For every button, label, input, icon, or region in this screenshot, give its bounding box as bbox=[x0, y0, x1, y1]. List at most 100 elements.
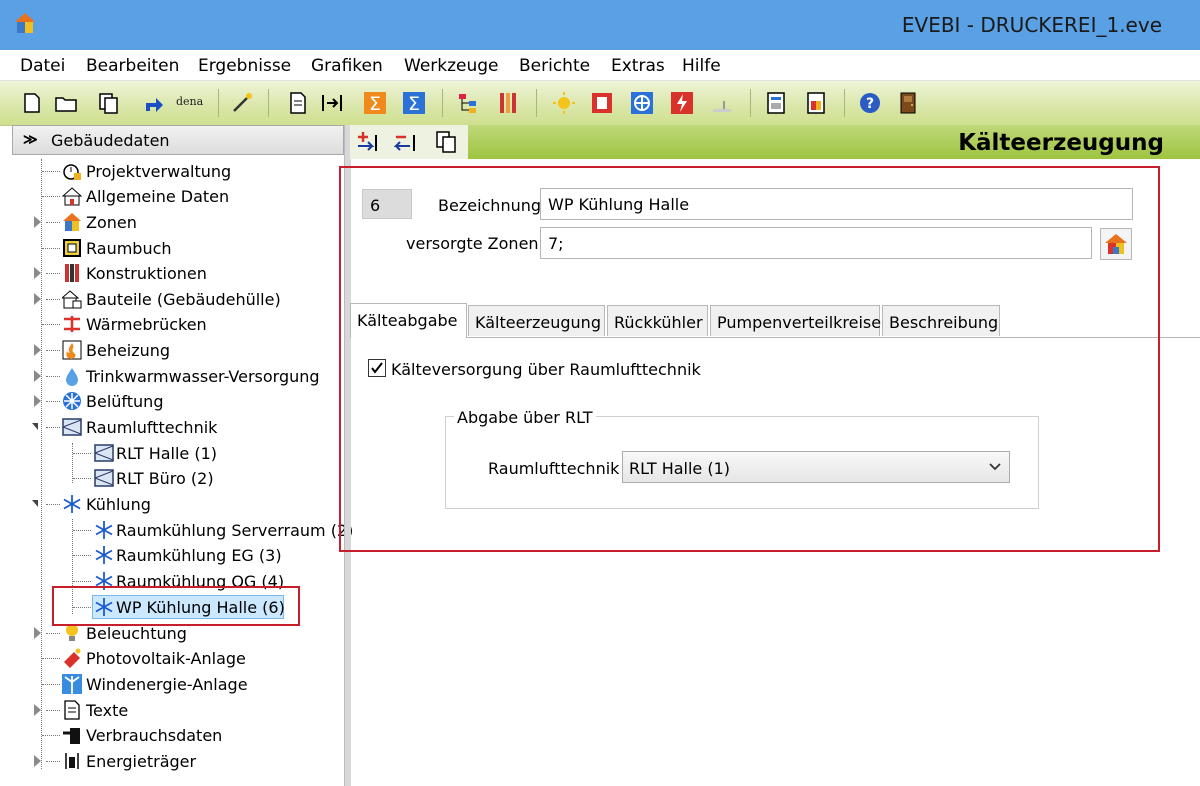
title-bar: EVEBI - DRUCKEREI_1.eve bbox=[0, 0, 1200, 50]
hvac-icon bbox=[94, 444, 114, 462]
meter-icon bbox=[63, 728, 80, 744]
copy-entry-icon[interactable] bbox=[434, 130, 458, 154]
expand-arrow-icon[interactable] bbox=[34, 216, 41, 228]
document-icon[interactable] bbox=[286, 91, 310, 115]
tree-item-label: Trinkwarmwasser-Versorgung bbox=[86, 367, 320, 386]
sum-orange-icon[interactable]: Σ bbox=[363, 91, 387, 115]
menu-grafiken[interactable]: Grafiken bbox=[311, 56, 383, 76]
tree-line bbox=[42, 171, 60, 172]
merge-icon[interactable] bbox=[320, 91, 344, 115]
new-file-icon[interactable] bbox=[20, 91, 44, 115]
room-book-icon bbox=[63, 239, 81, 257]
tree-item-label: Beheizung bbox=[86, 341, 171, 360]
section-title: Kälteerzeugung bbox=[958, 130, 1164, 156]
sum-blue-icon[interactable]: Σ bbox=[402, 91, 426, 115]
expand-arrow-icon[interactable] bbox=[34, 627, 41, 639]
expand-arrow-icon[interactable] bbox=[34, 755, 41, 767]
tree-item-label: Zonen bbox=[86, 213, 137, 232]
expand-arrow-icon[interactable] bbox=[34, 344, 41, 356]
report-icon[interactable] bbox=[764, 91, 788, 115]
form-highlight-box bbox=[339, 166, 1160, 552]
tree-line bbox=[46, 376, 60, 377]
zone-house-icon bbox=[63, 213, 81, 231]
tree-item-label: Raumkühlung Serverraum (2) bbox=[116, 521, 354, 540]
cooling-device-icon[interactable] bbox=[710, 91, 734, 115]
tree-line bbox=[46, 761, 60, 762]
tree-line bbox=[41, 159, 42, 769]
menu-werkzeuge[interactable]: Werkzeuge bbox=[404, 56, 499, 76]
app-house-icon[interactable] bbox=[14, 12, 36, 34]
toolbar-separator bbox=[844, 89, 845, 117]
exit-door-icon[interactable] bbox=[896, 91, 920, 115]
tree-item-label: Energieträger bbox=[86, 752, 197, 771]
copy-icon[interactable] bbox=[96, 91, 120, 115]
add-entry-icon[interactable] bbox=[356, 131, 380, 153]
help-icon[interactable]: ? bbox=[858, 91, 882, 115]
magic-wand-icon[interactable] bbox=[230, 91, 254, 115]
export-arrow-icon[interactable] bbox=[142, 91, 166, 115]
collapse-chevron-icon[interactable]: ≫ bbox=[23, 131, 38, 148]
wall-layers-icon[interactable] bbox=[496, 91, 520, 115]
hierarchy-icon[interactable] bbox=[456, 91, 480, 115]
energy-carrier-icon bbox=[65, 753, 79, 769]
menu-datei[interactable]: Datei bbox=[20, 56, 65, 76]
text-document-icon bbox=[64, 700, 80, 720]
tree-item-label: Belüftung bbox=[86, 392, 164, 411]
tree-line bbox=[42, 658, 60, 659]
expand-arrow-icon[interactable] bbox=[34, 704, 41, 716]
menu-bearbeiten[interactable]: Bearbeiten bbox=[86, 56, 179, 76]
svg-text:?: ? bbox=[866, 96, 874, 112]
tree-item-label: Wärmebrücken bbox=[86, 315, 207, 334]
building-shell-icon bbox=[62, 290, 82, 309]
tree-item-label: RLT Büro (2) bbox=[116, 469, 214, 488]
ventilation-icon[interactable] bbox=[630, 91, 654, 115]
svg-text:Σ: Σ bbox=[408, 93, 420, 115]
tree-line bbox=[42, 324, 60, 325]
wind-turbine-icon bbox=[62, 674, 82, 694]
energy-certificate-icon[interactable] bbox=[804, 91, 828, 115]
sun-icon[interactable] bbox=[552, 91, 576, 115]
tree-line bbox=[72, 443, 73, 483]
menu-hilfe[interactable]: Hilfe bbox=[682, 56, 721, 76]
toolbar-separator bbox=[750, 89, 751, 117]
menu-berichte[interactable]: Berichte bbox=[519, 56, 590, 76]
collapse-arrow-icon[interactable] bbox=[32, 423, 38, 430]
tree-item-label: Projektverwaltung bbox=[86, 162, 232, 181]
tree-line bbox=[42, 735, 60, 736]
heating-icon[interactable] bbox=[590, 91, 614, 115]
tree-line bbox=[73, 581, 91, 582]
svg-text:Σ: Σ bbox=[369, 93, 381, 115]
tree-item-label: Allgemeine Daten bbox=[86, 187, 230, 206]
expand-arrow-icon[interactable] bbox=[34, 370, 41, 382]
tree-line bbox=[73, 453, 91, 454]
tree-line bbox=[46, 633, 60, 634]
menu-bar: Datei Bearbeiten Ergebnisse Grafiken Wer… bbox=[0, 50, 1200, 81]
electricity-icon[interactable] bbox=[670, 91, 694, 115]
snowflake-icon bbox=[63, 495, 81, 513]
construction-icon bbox=[65, 264, 79, 282]
tree-line bbox=[42, 196, 60, 197]
tree-line bbox=[46, 427, 60, 428]
expand-arrow-icon[interactable] bbox=[34, 395, 41, 407]
dena-button[interactable]: dena bbox=[176, 95, 208, 119]
collapse-arrow-icon[interactable] bbox=[32, 500, 38, 507]
tree-item-label: Photovoltaik-Anlage bbox=[86, 649, 246, 668]
tree-line bbox=[46, 710, 60, 711]
section-toolbar bbox=[350, 125, 468, 159]
remove-entry-icon[interactable] bbox=[394, 131, 418, 153]
tree-item-label: Bauteile (Gebäudehülle) bbox=[86, 290, 281, 309]
tree-line bbox=[46, 273, 60, 274]
tree-item-label: Texte bbox=[86, 701, 129, 720]
lightbulb-icon bbox=[66, 624, 78, 641]
expand-arrow-icon[interactable] bbox=[34, 267, 41, 279]
tree-line bbox=[46, 350, 60, 351]
tree-line bbox=[42, 684, 60, 685]
menu-extras[interactable]: Extras bbox=[611, 56, 665, 76]
toolbar-separator bbox=[268, 89, 269, 117]
panel-header[interactable]: ≫ Gebäudedaten bbox=[12, 125, 344, 155]
open-folder-icon[interactable] bbox=[54, 91, 78, 115]
menu-ergebnisse[interactable]: Ergebnisse bbox=[198, 56, 291, 76]
tree-item-label: Raumbuch bbox=[86, 239, 172, 258]
expand-arrow-icon[interactable] bbox=[34, 293, 41, 305]
toolbar-separator bbox=[218, 89, 219, 117]
